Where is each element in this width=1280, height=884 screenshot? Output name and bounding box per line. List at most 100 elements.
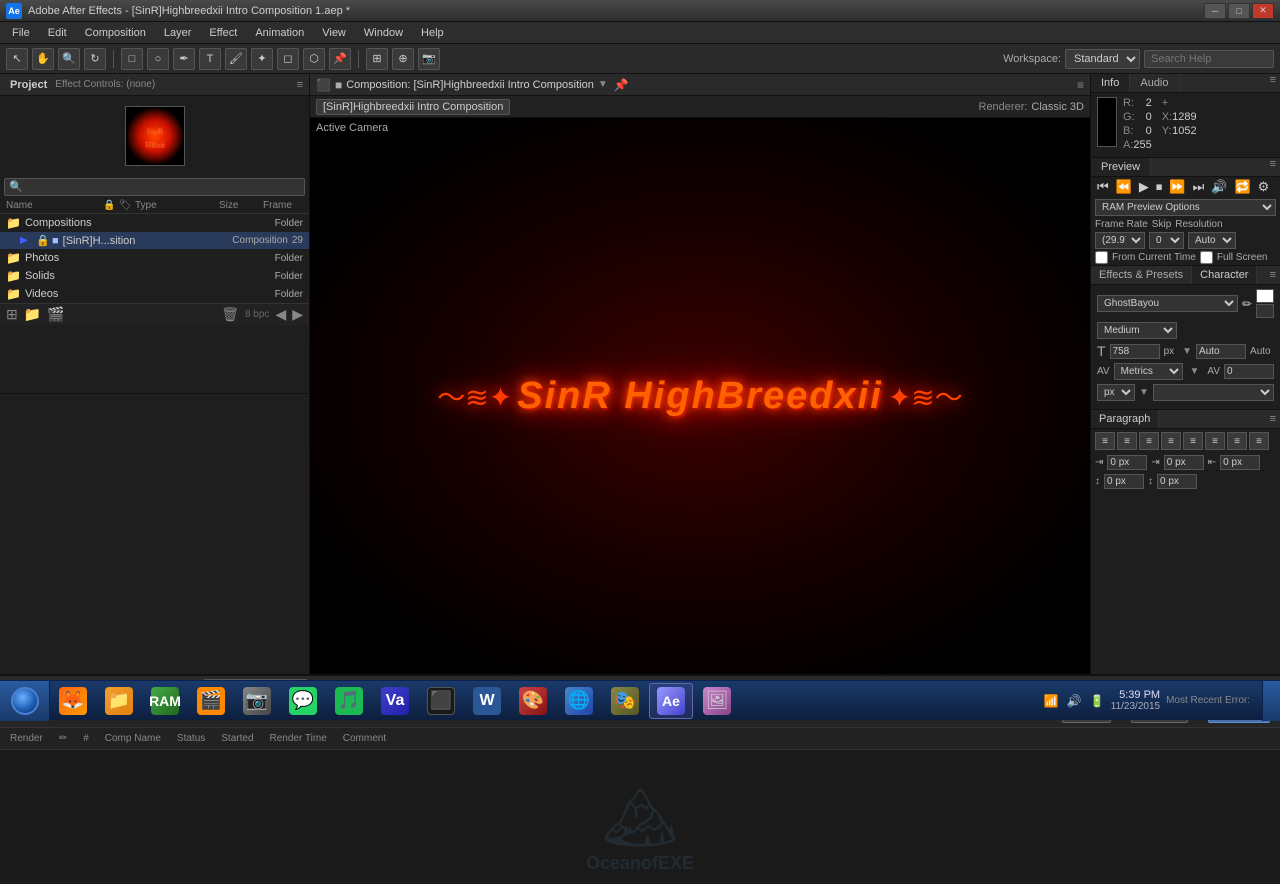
char-fill-color[interactable] [1256, 289, 1274, 303]
minimize-button[interactable]: ─ [1204, 3, 1226, 19]
taskbar-app-vlc[interactable]: 🎬 [189, 683, 233, 719]
preview-last-btn[interactable]: ⏭ [1191, 179, 1207, 195]
tab-effects-presets[interactable]: Effects & Presets [1091, 266, 1192, 284]
tracking-input[interactable] [1224, 364, 1274, 379]
clone-tool[interactable]: ✦ [251, 48, 273, 70]
menu-view[interactable]: View [314, 25, 354, 41]
project-item-videos[interactable]: 📁 Videos Folder [0, 285, 309, 303]
taskbar-app-photo[interactable]: 🖼 [695, 683, 739, 719]
project-item-solids[interactable]: 📁 Solids Folder [0, 267, 309, 285]
rect-tool[interactable]: □ [121, 48, 143, 70]
new-comp-btn[interactable]: ⊞ [6, 306, 18, 323]
maximize-button[interactable]: □ [1228, 3, 1250, 19]
rotate-tool[interactable]: ↻ [84, 48, 106, 70]
menu-file[interactable]: File [4, 25, 38, 41]
preview-panel-menu[interactable]: ≡ [1266, 158, 1280, 176]
taskbar-app-browser[interactable]: 🌐 [557, 683, 601, 719]
taskbar-app-whatsapp[interactable]: 💬 [281, 683, 325, 719]
taskbar-app-explorer[interactable]: 📁 [97, 683, 141, 719]
taskbar-app-terminal[interactable]: ⬛ [419, 683, 463, 719]
para-align-left[interactable]: ≡ [1095, 432, 1115, 450]
project-tab[interactable]: Project [6, 79, 51, 91]
project-search-input[interactable] [4, 178, 305, 196]
effect-controls-tab[interactable]: Effect Controls: (none) [55, 79, 155, 90]
text-tool[interactable]: T [199, 48, 221, 70]
para-align-center[interactable]: ≡ [1117, 432, 1137, 450]
paragraph-panel-menu[interactable]: ≡ [1266, 413, 1280, 425]
project-item-photos[interactable]: 📁 Photos Folder [0, 249, 309, 267]
kerning-select[interactable]: Metrics [1114, 363, 1184, 380]
pen-tool[interactable]: ✒ [173, 48, 195, 70]
footage-info-btn[interactable]: 🎬 [47, 306, 64, 323]
preview-loop-btn[interactable]: 🔁 [1232, 179, 1252, 195]
taskbar-app-ae[interactable]: Ae [649, 683, 693, 719]
skip-input[interactable]: 0 [1149, 232, 1184, 249]
frame-rate-input[interactable]: (29.97) [1095, 232, 1145, 249]
space-before-input[interactable] [1104, 474, 1144, 489]
indent-right-input[interactable] [1220, 455, 1260, 470]
workspace-select[interactable]: Standard [1065, 49, 1140, 69]
preview-next-frame-btn[interactable]: ⏩ [1167, 179, 1187, 195]
font-leading-input[interactable] [1196, 344, 1246, 359]
brush-tool[interactable]: 🖌 [225, 48, 247, 70]
preview-play-btn[interactable]: ▶ [1137, 179, 1151, 195]
from-current-checkbox[interactable] [1095, 251, 1108, 264]
para-justify-center[interactable]: ≡ [1183, 432, 1203, 450]
preview-audio-btn[interactable]: 🔊 [1209, 179, 1229, 195]
start-button[interactable] [0, 681, 50, 721]
preview-first-btn[interactable]: ⏮ [1095, 179, 1111, 195]
breadcrumb-comp-name[interactable]: [SinR]Highbreedxii Intro Composition [316, 99, 510, 115]
menu-help[interactable]: Help [413, 25, 452, 41]
anchor-tool[interactable]: ⊕ [392, 48, 414, 70]
roto-tool[interactable]: ⬡ [303, 48, 325, 70]
preview-stop-btn[interactable]: ⏹ [1154, 179, 1165, 195]
footage-color-btn[interactable]: ◀ [275, 306, 286, 323]
indent-left-input[interactable] [1107, 455, 1147, 470]
font-name-select[interactable]: GhostBayou [1097, 295, 1238, 312]
menu-layer[interactable]: Layer [156, 25, 200, 41]
taskbar-app-word[interactable]: W [465, 683, 509, 719]
show-desktop-button[interactable] [1262, 681, 1280, 721]
full-screen-checkbox[interactable] [1200, 251, 1213, 264]
space-after-input[interactable] [1157, 474, 1197, 489]
preview-settings-btn[interactable]: ⚙ [1256, 179, 1272, 195]
para-align-right[interactable]: ≡ [1139, 432, 1159, 450]
comp-panel-dropdown[interactable]: ▼ [598, 79, 608, 90]
info-panel-menu[interactable]: ≡ [1266, 74, 1280, 92]
taskbar-app-paint[interactable]: 🎨 [511, 683, 555, 719]
taskbar-app-camera[interactable]: 📷 [235, 683, 279, 719]
ellipse-tool[interactable]: ○ [147, 48, 169, 70]
font-style-select[interactable]: Medium [1097, 322, 1177, 339]
menu-window[interactable]: Window [356, 25, 411, 41]
menu-animation[interactable]: Animation [247, 25, 312, 41]
hand-tool[interactable]: ✋ [32, 48, 54, 70]
taskbar-app-media[interactable]: 🎭 [603, 683, 647, 719]
preview-prev-frame-btn[interactable]: ⏪ [1114, 179, 1134, 195]
camera-tool[interactable]: 📷 [418, 48, 440, 70]
project-item-sinr-comp[interactable]: ▶ 🔒 ■ [SinR]H...sition Composition 29 [0, 232, 309, 249]
project-item-compositions[interactable]: 📁 Compositions Folder [0, 214, 309, 232]
new-folder-btn[interactable]: 📁 [24, 306, 41, 323]
ram-preview-select[interactable]: RAM Preview Options [1095, 199, 1276, 216]
comp-panel-close[interactable]: ≡ [1077, 78, 1084, 92]
char-stroke-color[interactable] [1256, 304, 1274, 318]
para-justify-left[interactable]: ≡ [1161, 432, 1181, 450]
spacing-select[interactable] [1153, 384, 1274, 401]
search-help-input[interactable] [1144, 50, 1274, 68]
close-button[interactable]: ✕ [1252, 3, 1274, 19]
zoom-tool[interactable]: 🔍 [58, 48, 80, 70]
renderer-value[interactable]: Classic 3D [1031, 101, 1084, 113]
tab-info[interactable]: Info [1091, 74, 1130, 92]
menu-effect[interactable]: Effect [201, 25, 245, 41]
font-size-input[interactable] [1110, 344, 1160, 359]
menu-composition[interactable]: Composition [77, 25, 154, 41]
grid-tool[interactable]: ⊞ [366, 48, 388, 70]
tab-preview[interactable]: Preview [1091, 158, 1151, 176]
unit-select[interactable]: px [1097, 384, 1135, 401]
taskbar-app-ram[interactable]: RAM [143, 683, 187, 719]
eraser-tool[interactable]: ◻ [277, 48, 299, 70]
indent-first-input[interactable] [1164, 455, 1204, 470]
tab-character[interactable]: Character [1192, 266, 1257, 284]
comp-pin-icon[interactable]: 📌 [614, 78, 629, 92]
para-justify-last[interactable]: ≡ [1249, 432, 1269, 450]
